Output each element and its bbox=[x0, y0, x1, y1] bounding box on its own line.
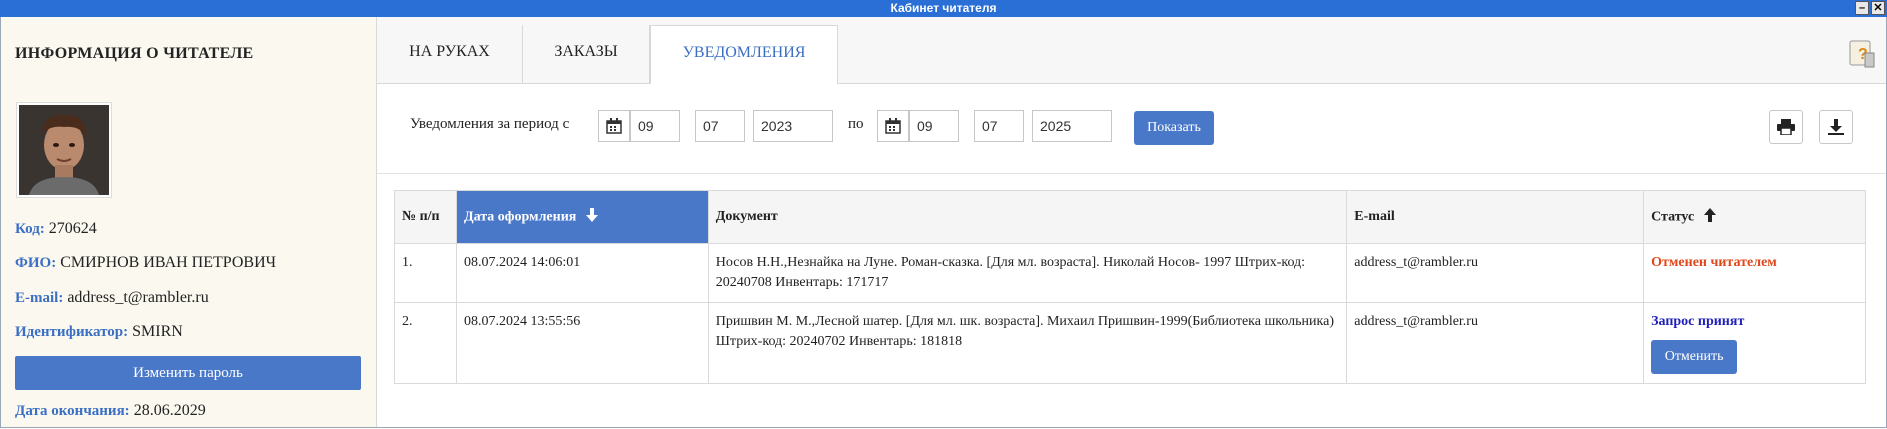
tab-bar: НА РУКАХ ЗАКАЗЫ УВЕДОМЛЕНИЯ ? bbox=[377, 17, 1886, 84]
row-document: Носов Н.Н.,Незнайка на Луне. Роман-сказк… bbox=[707, 243, 1348, 303]
tab-orders[interactable]: ЗАКАЗЫ bbox=[523, 25, 650, 83]
row-date: 08.07.2024 14:06:01 bbox=[455, 243, 709, 303]
reader-identifier: Идентификатор: SMIRN bbox=[15, 323, 183, 340]
col-header-date[interactable]: Дата оформления bbox=[455, 190, 709, 244]
row-status: Отменен читателем bbox=[1643, 243, 1866, 303]
calendar-from-icon[interactable] bbox=[598, 110, 630, 142]
sort-down-icon bbox=[585, 207, 598, 227]
app-frame: ИНФОРМАЦИЯ О ЧИТАТЕЛЕ Код: 270624 ФИО: С… bbox=[0, 17, 1887, 428]
from-month-input[interactable]: 07 bbox=[695, 110, 745, 142]
period-label: Уведомления за период с bbox=[410, 116, 570, 132]
period-to-label: по bbox=[848, 116, 864, 132]
tab-on-hand[interactable]: НА РУКАХ bbox=[377, 25, 523, 83]
to-month-input[interactable]: 07 bbox=[974, 110, 1024, 142]
reader-photo bbox=[16, 102, 112, 198]
to-year-input[interactable]: 2025 bbox=[1032, 110, 1112, 142]
col-header-num: № п/п bbox=[394, 190, 457, 244]
to-day-input[interactable]: 09 bbox=[909, 110, 959, 142]
minimize-button[interactable]: – bbox=[1855, 1, 1869, 15]
table-header-row: № п/п Дата оформления Документ E-mail Ст… bbox=[394, 190, 1866, 244]
download-icon[interactable] bbox=[1819, 110, 1853, 144]
from-year-input[interactable]: 2023 bbox=[753, 110, 833, 142]
window-title: Кабинет читателя bbox=[890, 1, 997, 15]
close-button[interactable]: ✕ bbox=[1871, 1, 1885, 15]
status-badge: Отменен читателем bbox=[1651, 255, 1777, 270]
sort-up-icon bbox=[1703, 207, 1716, 227]
row-date: 08.07.2024 13:55:56 bbox=[455, 302, 709, 384]
print-icon[interactable] bbox=[1769, 110, 1803, 144]
row-num: 1. bbox=[394, 243, 457, 303]
reader-email: E-mail: address_t@rambler.ru bbox=[15, 289, 209, 306]
period-filter: Уведомления за период с 09 07 2023 по 09… bbox=[377, 84, 1886, 174]
row-document: Пришвин М. М.,Лесной шатер. [Для мл. шк.… bbox=[707, 302, 1348, 384]
window-titlebar: Кабинет читателя – ✕ bbox=[0, 0, 1887, 17]
row-email: address_t@rambler.ru bbox=[1346, 243, 1645, 303]
col-header-document[interactable]: Документ bbox=[707, 190, 1348, 244]
from-day-input[interactable]: 09 bbox=[630, 110, 680, 142]
table-row: 1. 08.07.2024 14:06:01 Носов Н.Н.,Незнай… bbox=[394, 243, 1866, 303]
notifications-table: № п/п Дата оформления Документ E-mail Ст… bbox=[394, 190, 1866, 384]
reader-info-title: ИНФОРМАЦИЯ О ЧИТАТЕЛЕ bbox=[15, 45, 254, 62]
reader-fullname: ФИО: СМИРНОВ ИВАН ПЕТРОВИЧ bbox=[15, 254, 277, 271]
main-content: НА РУКАХ ЗАКАЗЫ УВЕДОМЛЕНИЯ ? Уведомлени… bbox=[377, 17, 1886, 427]
avatar-icon bbox=[19, 105, 109, 195]
row-num: 2. bbox=[394, 302, 457, 384]
cancel-request-button[interactable]: Отменить bbox=[1651, 340, 1738, 374]
reader-code: Код: 270624 bbox=[15, 220, 97, 237]
calendar-to-icon[interactable] bbox=[877, 110, 909, 142]
show-button[interactable]: Показать bbox=[1134, 111, 1214, 145]
col-header-email[interactable]: E-mail bbox=[1346, 190, 1645, 244]
status-badge: Запрос принят bbox=[1651, 314, 1745, 329]
row-status: Запрос принят Отменить bbox=[1643, 302, 1866, 384]
help-icon[interactable]: ? bbox=[1848, 39, 1876, 69]
row-email: address_t@rambler.ru bbox=[1346, 302, 1645, 384]
reader-info-panel: ИНФОРМАЦИЯ О ЧИТАТЕЛЕ Код: 270624 ФИО: С… bbox=[1, 17, 377, 427]
tab-notifications[interactable]: УВЕДОМЛЕНИЯ bbox=[650, 25, 838, 84]
table-row: 2. 08.07.2024 13:55:56 Пришвин М. М.,Лес… bbox=[394, 302, 1866, 384]
change-password-button[interactable]: Изменить пароль bbox=[15, 356, 361, 390]
col-header-status[interactable]: Статус bbox=[1643, 190, 1866, 244]
reader-end-date: Дата окончания: 28.06.2029 bbox=[15, 402, 206, 419]
